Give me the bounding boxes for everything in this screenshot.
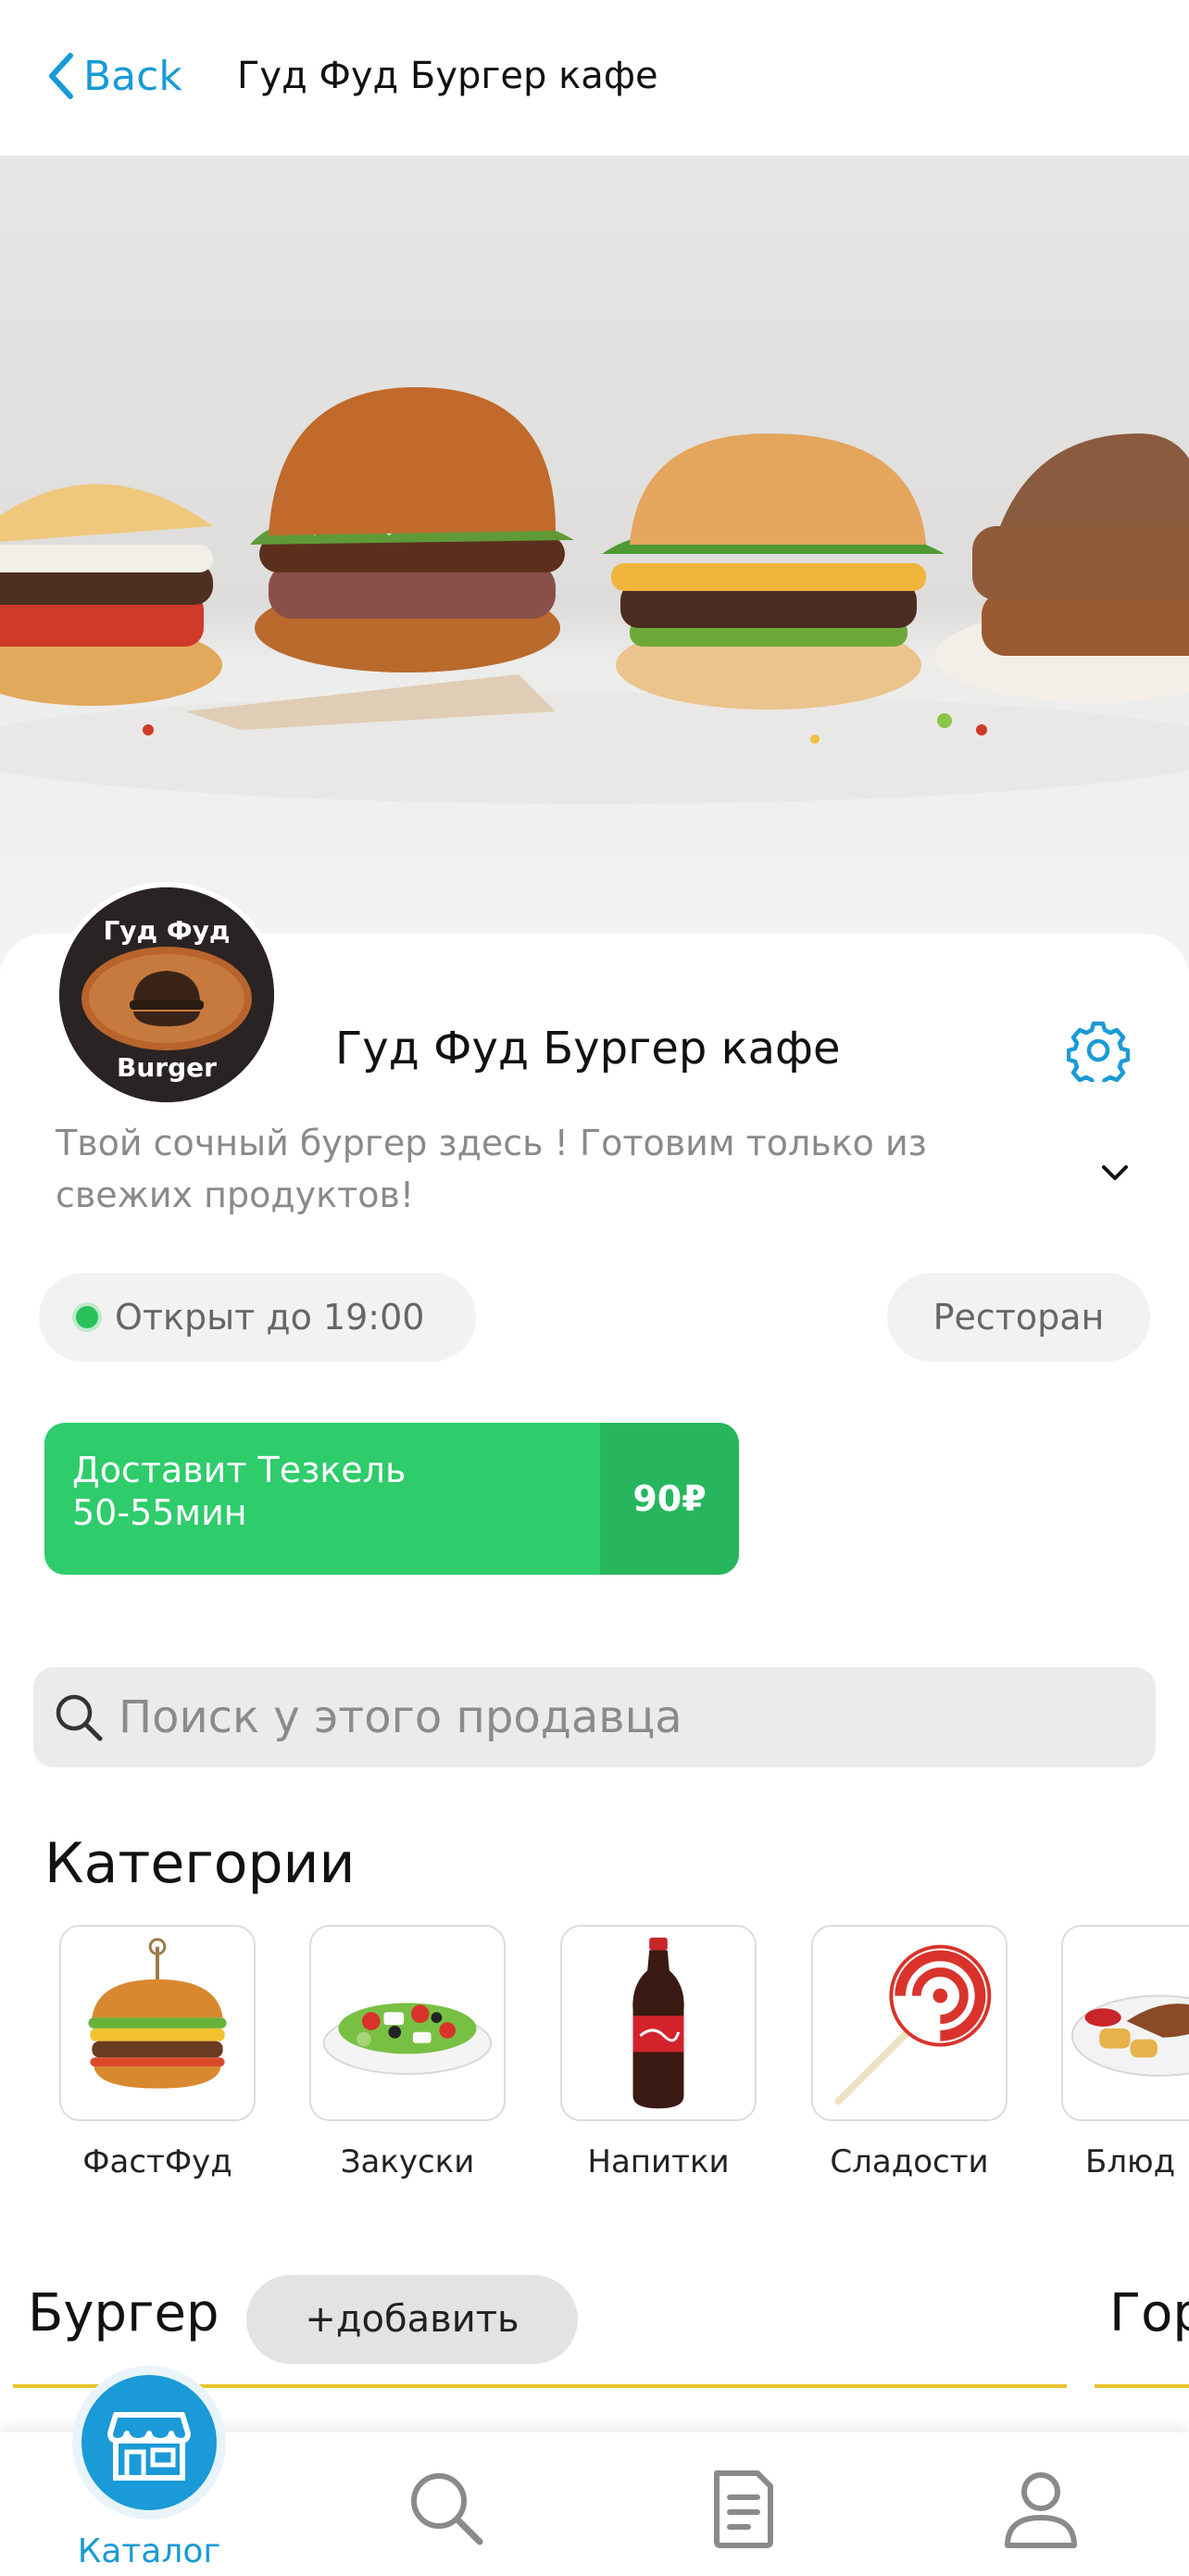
hero-image xyxy=(0,156,1189,971)
search-bar[interactable] xyxy=(33,1667,1156,1767)
dish-icon xyxy=(1061,1925,1189,2121)
shop-name: Гуд Фуд Бургер кафе xyxy=(335,1023,841,1074)
search-icon xyxy=(411,2473,483,2545)
shop-type-text: Ресторан xyxy=(932,1297,1105,1338)
header-title: Гуд Фуд Бургер кафе xyxy=(237,55,658,97)
category-label: ФастФуд xyxy=(82,2143,232,2180)
profile-icon xyxy=(1005,2472,1077,2548)
search-input[interactable] xyxy=(119,1691,1091,1743)
category-label: Напитки xyxy=(587,2143,730,2180)
orders-icon xyxy=(714,2470,773,2548)
open-dot-icon xyxy=(76,1306,98,1328)
open-status-text: Открыт до 19:00 xyxy=(115,1297,425,1338)
section-underline xyxy=(1095,2384,1189,2388)
categories-title: Категории xyxy=(44,1831,356,1896)
delivery-price: 90₽ xyxy=(600,1423,739,1575)
category-item-drinks[interactable]: Напитки xyxy=(560,1925,757,2180)
shop-logo: Гуд Фуд Burger xyxy=(54,882,280,1108)
section-tab-next[interactable]: Гор xyxy=(1109,2277,1189,2351)
delivery-time: 50-55мин xyxy=(72,1492,247,1533)
cola-bottle-icon xyxy=(560,1925,757,2121)
chevron-down-icon[interactable] xyxy=(1096,1154,1133,1191)
category-label: Сладости xyxy=(830,2143,989,2180)
logo-top-text: Гуд Фуд xyxy=(103,915,230,946)
shop-type-badge: Ресторан xyxy=(887,1273,1150,1362)
open-status-badge: Открыт до 19:00 xyxy=(39,1273,476,1362)
logo-bottom-text: Burger xyxy=(117,1052,217,1083)
back-button[interactable]: Back xyxy=(44,46,182,106)
delivery-option[interactable]: Доставит Тезкель 50-55мин 90₽ xyxy=(44,1423,739,1575)
category-item-fastfood[interactable]: ФастФуд xyxy=(59,1925,256,2180)
nav-orders[interactable] xyxy=(650,2432,835,2576)
delivery-info: Доставит Тезкель 50-55мин xyxy=(44,1423,600,1575)
category-item-dishes[interactable]: Блюд xyxy=(1061,1925,1189,2180)
category-item-snacks[interactable]: Закуски xyxy=(309,1925,506,2180)
salad-icon xyxy=(309,1925,506,2121)
nav-profile[interactable] xyxy=(948,2432,1133,2576)
nav-search[interactable] xyxy=(354,2432,539,2576)
lollipop-icon xyxy=(811,1925,1008,2121)
search-icon xyxy=(56,1694,103,1741)
category-label: Закуски xyxy=(340,2143,475,2180)
shop-description: Твой сочный бургер здесь ! Готовим тольк… xyxy=(56,1123,927,1215)
category-item-sweets[interactable]: Сладости xyxy=(811,1925,1008,2180)
storefront-icon xyxy=(107,2412,191,2481)
burger-icon xyxy=(59,1925,256,2121)
categories-carousel[interactable]: ФастФуд Закуски Напитки Сладости Блюд xyxy=(0,1925,1189,2184)
chevron-left-icon xyxy=(49,53,73,99)
add-section-button[interactable]: +добавить xyxy=(246,2275,578,2364)
top-bar: Back Гуд Фуд Бургер кафе xyxy=(0,0,1189,156)
back-label: Back xyxy=(83,52,182,100)
nav-catalog-label: Каталог xyxy=(77,2532,221,2570)
delivery-provider: Доставит Тезкель xyxy=(72,1450,407,1490)
nav-catalog-button[interactable] xyxy=(72,2366,226,2519)
section-tab-burger[interactable]: Бургер xyxy=(28,2277,219,2351)
category-label: Блюд xyxy=(1085,2143,1176,2180)
gear-icon[interactable] xyxy=(1067,1019,1130,1082)
